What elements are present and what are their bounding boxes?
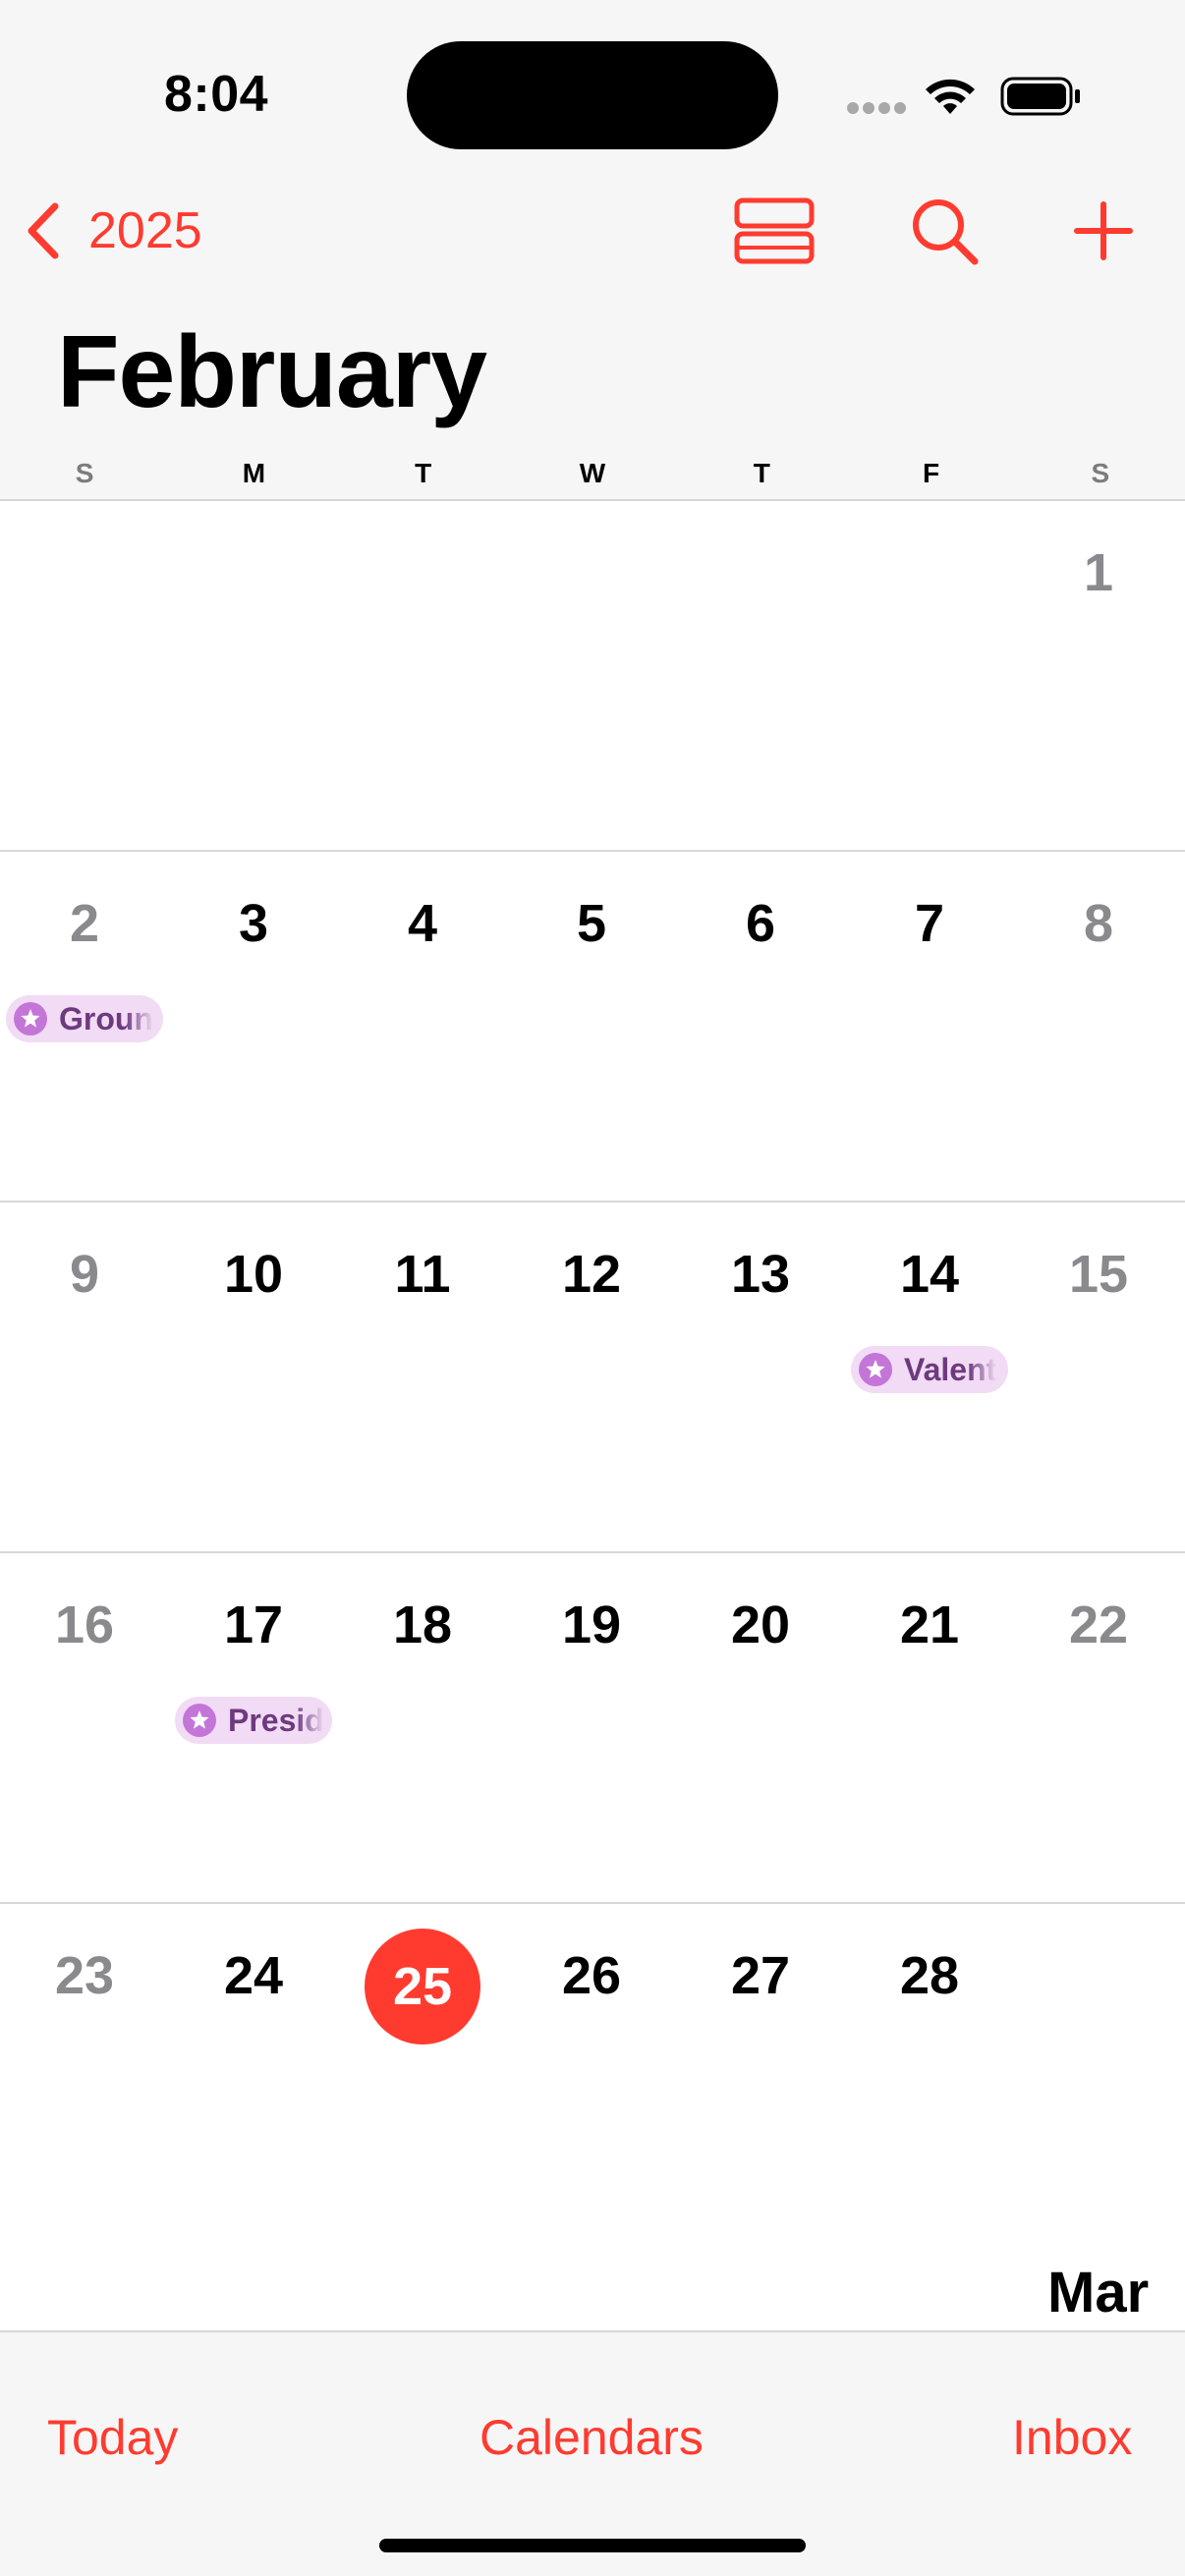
add-event-button[interactable] — [1071, 196, 1136, 265]
week-row: 1 — [0, 501, 1185, 852]
list-view-icon — [734, 197, 815, 264]
next-month-label: Mar — [1047, 2261, 1150, 2324]
dynamic-island — [407, 41, 778, 149]
event-label: Presid — [228, 1702, 324, 1738]
inbox-button[interactable]: Inbox — [1012, 2409, 1132, 2466]
day-cell[interactable]: 28 — [845, 1949, 1014, 2002]
back-to-year-button[interactable]: 2025 — [22, 196, 202, 265]
week-row: 23 24 25 26 27 28 — [0, 1904, 1185, 2277]
list-view-button[interactable] — [733, 196, 816, 265]
weekday-header-row: S M T W T F S — [0, 458, 1185, 493]
weekday-label: F — [922, 458, 940, 488]
chevron-left-icon — [28, 202, 59, 259]
day-cell[interactable]: 5 — [507, 897, 676, 950]
day-cell[interactable]: 19 — [507, 1598, 676, 1652]
weekday-label: S — [1091, 458, 1110, 488]
day-cell[interactable]: 17 — [169, 1598, 338, 1652]
star-icon — [14, 1002, 47, 1036]
day-cell[interactable]: 7 — [845, 897, 1014, 950]
day-cell[interactable]: 18 — [338, 1598, 507, 1652]
week-row: 16 17 18 19 20 21 22 Presid — [0, 1553, 1185, 1904]
day-cell[interactable]: 27 — [676, 1949, 845, 2002]
weekday-label: M — [242, 458, 266, 488]
back-label: 2025 — [88, 202, 202, 259]
day-cell[interactable]: 13 — [676, 1248, 845, 1301]
home-indicator — [379, 2539, 806, 2552]
today-button[interactable]: Today — [47, 2409, 178, 2466]
event-pill-groundhog-day[interactable]: Groun — [6, 995, 163, 1042]
month-grid: 1 2 3 4 5 6 7 8 Groun 9 10 11 12 13 14 1… — [0, 501, 1185, 2277]
day-cell[interactable]: 4 — [338, 897, 507, 950]
day-cell[interactable]: 23 — [0, 1949, 169, 2002]
event-label: Groun — [59, 1000, 153, 1036]
day-cell[interactable]: 6 — [676, 897, 845, 950]
weekday-label: T — [415, 458, 432, 488]
day-cell[interactable]: 11 — [338, 1248, 507, 1301]
week-row: 9 10 11 12 13 14 15 Valent — [0, 1203, 1185, 1553]
day-cell[interactable]: 2 — [0, 897, 169, 950]
event-pill-presidents-day[interactable]: Presid — [175, 1697, 332, 1744]
search-button[interactable] — [908, 195, 981, 267]
day-cell[interactable]: 24 — [169, 1949, 338, 2002]
weekday-label: W — [579, 458, 606, 488]
day-cell[interactable]: 9 — [0, 1248, 169, 1301]
month-title: February — [57, 315, 487, 429]
day-cell[interactable]: 22 — [1014, 1598, 1183, 1652]
day-cell[interactable]: 3 — [169, 897, 338, 950]
star-icon — [859, 1353, 892, 1386]
plus-icon — [1074, 201, 1133, 260]
day-cell[interactable]: 10 — [169, 1248, 338, 1301]
wifi-icon — [926, 79, 975, 114]
cellular-signal-icon — [847, 102, 908, 116]
today-day-cell[interactable]: 25 — [365, 1929, 480, 2044]
weekday-label: T — [753, 458, 770, 488]
day-cell[interactable]: 15 — [1014, 1248, 1183, 1301]
status-time: 8:04 — [163, 66, 269, 123]
weekday-label: S — [75, 458, 94, 488]
day-cell[interactable]: 1 — [1014, 546, 1183, 599]
battery-icon — [1000, 77, 1080, 116]
week-row: 2 3 4 5 6 7 8 Groun — [0, 852, 1185, 1203]
day-cell[interactable]: 26 — [507, 1949, 676, 2002]
day-cell[interactable]: 21 — [845, 1598, 1014, 1652]
calendar-header: 8:04 2025 February S M T W T F S — [0, 0, 1185, 501]
day-cell[interactable]: 20 — [676, 1598, 845, 1652]
search-icon — [913, 199, 979, 265]
calendars-button[interactable]: Calendars — [480, 2409, 704, 2466]
day-cell[interactable]: 16 — [0, 1598, 169, 1652]
event-pill-valentines-day[interactable]: Valent — [851, 1346, 1008, 1393]
day-cell[interactable]: 14 — [845, 1248, 1014, 1301]
day-cell[interactable]: 12 — [507, 1248, 676, 1301]
star-icon — [183, 1704, 216, 1737]
event-label: Valent — [904, 1351, 997, 1387]
day-cell[interactable]: 8 — [1014, 897, 1183, 950]
